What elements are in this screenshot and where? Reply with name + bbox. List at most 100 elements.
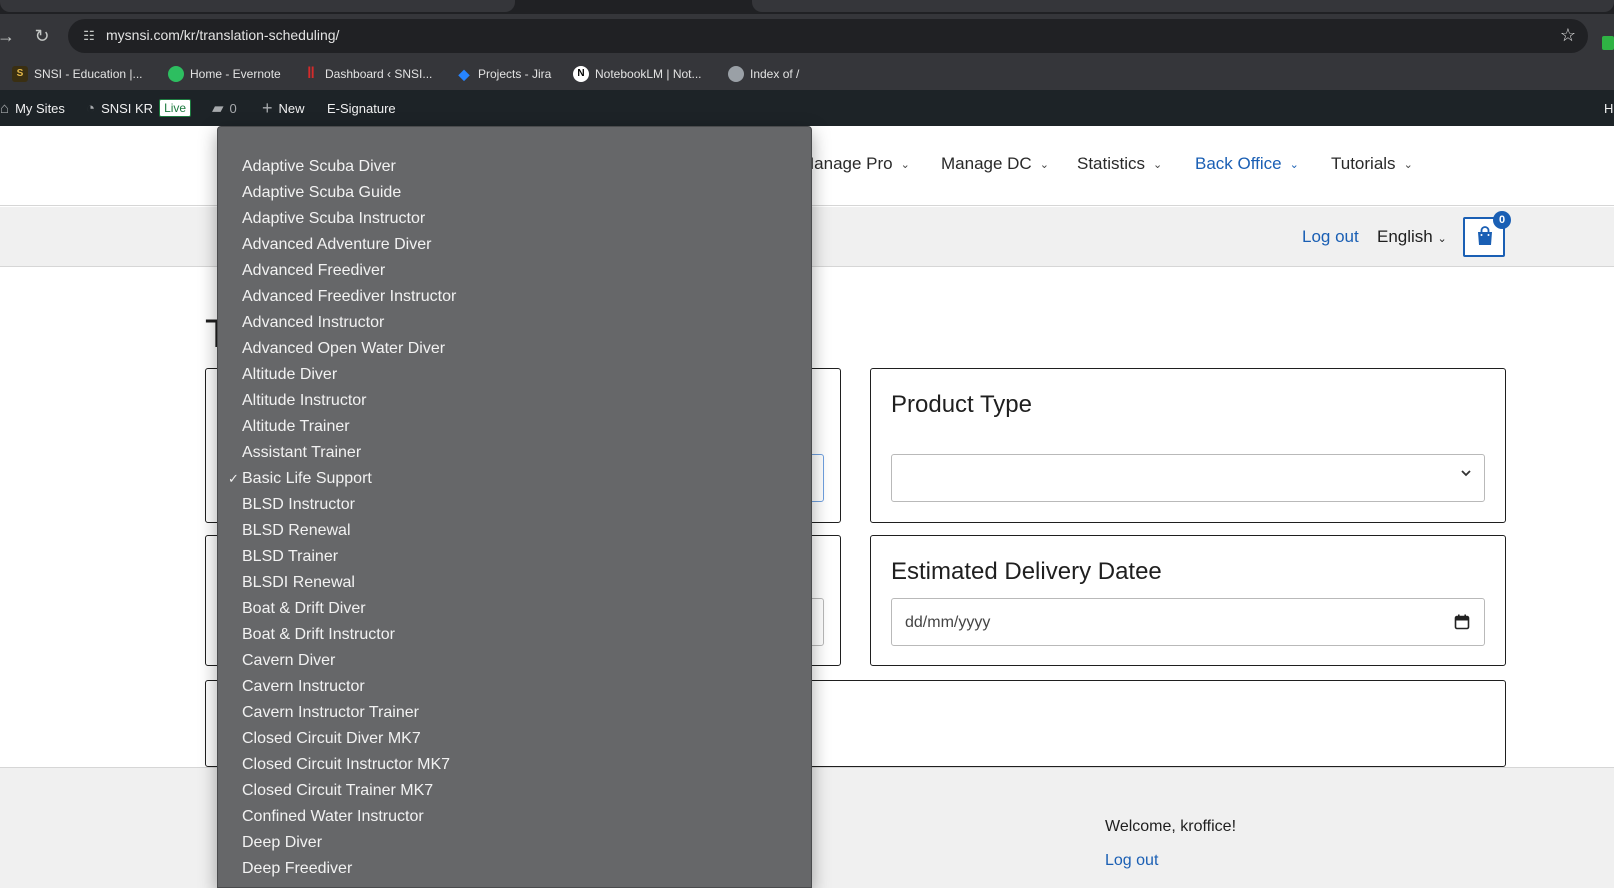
live-badge: Live — [159, 99, 192, 117]
dropdown-option[interactable]: Closed Circuit Trainer MK7 — [218, 778, 811, 804]
language-switcher[interactable]: English ⌄ — [1377, 227, 1447, 247]
nav-tutorials[interactable]: Tutorials ⌄ — [1331, 152, 1413, 176]
chevron-down-icon — [1461, 470, 1471, 477]
dropdown-option-label: Cavern Diver — [242, 652, 336, 669]
my-sites-menu[interactable]: ⌂ My Sites — [0, 90, 65, 126]
dropdown-option-label: BLSD Trainer — [242, 548, 339, 565]
dropdown-option[interactable]: Advanced Instructor — [218, 310, 811, 336]
dropdown-option[interactable]: Advanced Freediver Instructor — [218, 284, 811, 310]
forward-icon[interactable]: → — [0, 24, 18, 48]
dropdown-option[interactable]: Cavern Instructor Trainer — [218, 700, 811, 726]
dropdown-option[interactable]: Advanced Adventure Diver — [218, 232, 811, 258]
bookmark-label: Dashboard ‹ SNSI... — [325, 67, 433, 81]
bookmark-jira[interactable]: ◆ Projects - Jira — [456, 65, 552, 83]
bookmark-index[interactable]: Index of / — [728, 65, 799, 83]
bookmarks-bar: S SNSI - Education |... Home - Evernote … — [0, 58, 1614, 90]
nav-back-office[interactable]: Back Office ⌄ — [1195, 152, 1299, 176]
address-bar[interactable]: ☷ mysnsi.com/kr/translation-scheduling/ … — [68, 19, 1588, 53]
account-menu[interactable]: H — [1604, 90, 1613, 126]
dropdown-option[interactable]: Cavern Instructor — [218, 674, 811, 700]
dropdown-option[interactable]: BLSD Renewal — [218, 518, 811, 544]
calendar-icon[interactable] — [1454, 614, 1470, 630]
plus-icon: + — [262, 97, 273, 118]
product-type-card: Product Type — [870, 368, 1506, 523]
bookmark-snsi-education[interactable]: S SNSI - Education |... — [12, 65, 143, 83]
dropdown-option-label: BLSD Instructor — [242, 496, 355, 513]
dropdown-option[interactable]: Adaptive Scuba Guide — [218, 180, 811, 206]
dropdown-option[interactable]: Closed Circuit Diver MK7 — [218, 726, 811, 752]
dropdown-option-label: Advanced Freediver — [242, 262, 386, 279]
browser-tab[interactable] — [0, 0, 515, 12]
course-dropdown-list[interactable]: Adaptive Scuba Diver Adaptive Scuba Guide… — [217, 126, 812, 888]
dropdown-option[interactable]: ✓ Basic Life Support — [218, 466, 811, 492]
bookmark-star-icon[interactable]: ☆ — [1560, 25, 1576, 46]
nav-label: Tutorials — [1331, 154, 1396, 173]
dropdown-option-label: Cavern Instructor — [242, 678, 365, 695]
bookmark-dashboard[interactable]: ‖ Dashboard ‹ SNSI... — [303, 65, 432, 83]
bookmark-notebooklm[interactable]: N NotebookLM | Not... — [573, 65, 702, 83]
date-placeholder: dd/mm/yyyy — [905, 614, 991, 631]
chevron-down-icon: ⌄ — [1153, 158, 1163, 171]
evernote-icon — [168, 66, 184, 82]
dropdown-option[interactable]: Assistant Trainer — [218, 440, 811, 466]
dropdown-option[interactable]: Advanced Freediver — [218, 258, 811, 284]
esignature-label: E-Signature — [327, 100, 396, 116]
footer-logout-link[interactable]: Log out — [1105, 852, 1158, 870]
wp-admin-bar: ⌂ My Sites ◔ SNSI KR Live ▰ 0 + New E-Si… — [0, 90, 1614, 126]
dropdown-option[interactable]: Confined Water Instructor — [218, 804, 811, 830]
dropdown-option[interactable]: Deep Freediver — [218, 856, 811, 882]
notebooklm-icon: N — [573, 66, 589, 82]
dropdown-option[interactable]: BLSDI Renewal — [218, 570, 811, 596]
site-name-menu[interactable]: ◔ SNSI KR Live — [86, 90, 192, 126]
dropdown-option[interactable]: Advanced Open Water Diver — [218, 336, 811, 362]
new-content-menu[interactable]: + New — [262, 90, 305, 126]
bookmark-evernote[interactable]: Home - Evernote — [168, 65, 281, 83]
dropdown-option-label: Basic Life Support — [242, 470, 372, 487]
dashboard-icon: ‖ — [307, 65, 315, 82]
bookmark-label: SNSI - Education |... — [34, 67, 143, 81]
dropdown-option[interactable]: Altitude Instructor — [218, 388, 811, 414]
jira-icon: ◆ — [458, 66, 470, 82]
bookmark-label: Index of / — [750, 67, 800, 81]
checkmark-icon: ✓ — [228, 471, 239, 486]
nav-manage-pro[interactable]: Manage Pro ⌄ — [800, 152, 910, 176]
comments-menu[interactable]: ▰ 0 — [212, 90, 237, 126]
dropdown-option[interactable]: BLSD Instructor — [218, 492, 811, 518]
dropdown-option[interactable]: Boat & Drift Instructor — [218, 622, 811, 648]
chevron-down-icon: ⌄ — [1039, 158, 1049, 171]
product-type-select[interactable] — [891, 454, 1485, 502]
dropdown-option-label: Assistant Trainer — [242, 444, 362, 461]
esignature-menu[interactable]: E-Signature — [327, 90, 396, 126]
dropdown-option[interactable]: Altitude Trainer — [218, 414, 811, 440]
nav-manage-dc[interactable]: Manage DC ⌄ — [941, 152, 1049, 176]
logout-link[interactable]: Log out — [1302, 227, 1359, 247]
nav-statistics[interactable]: Statistics ⌄ — [1077, 152, 1162, 176]
site-name-label: SNSI KR — [101, 100, 154, 116]
globe-icon — [728, 66, 744, 82]
dropdown-option-label: Deep Freediver — [242, 860, 353, 877]
dropdown-option-label: Adaptive Scuba Instructor — [242, 210, 426, 227]
dropdown-option[interactable]: Boat & Drift Diver — [218, 596, 811, 622]
dropdown-option[interactable]: Adaptive Scuba Diver — [218, 154, 811, 180]
dropdown-option[interactable]: Cavern Diver — [218, 648, 811, 674]
dropdown-option[interactable]: Closed Circuit Instructor MK7 — [218, 752, 811, 778]
snsi-icon: S — [12, 66, 28, 82]
extension-icon[interactable] — [1602, 36, 1614, 50]
url-text[interactable]: mysnsi.com/kr/translation-scheduling/ — [106, 27, 339, 43]
comment-icon: ▰ — [212, 100, 224, 117]
dropdown-option-label: Adaptive Scuba Diver — [242, 158, 396, 175]
browser-tab[interactable] — [752, 0, 1614, 12]
dropdown-option[interactable]: BLSD Trainer — [218, 544, 811, 570]
cart-button[interactable]: 0 — [1463, 211, 1511, 257]
nav-label: Statistics — [1077, 154, 1146, 173]
dropdown-option[interactable]: Altitude Diver — [218, 362, 811, 388]
dropdown-options: Adaptive Scuba Diver Adaptive Scuba Guide… — [218, 154, 811, 882]
site-settings-icon[interactable]: ☷ — [80, 27, 98, 45]
dropdown-option-label: Boat & Drift Instructor — [242, 626, 395, 643]
dropdown-option-label: Advanced Open Water Diver — [242, 340, 446, 357]
reload-icon[interactable]: ↻ — [30, 24, 54, 48]
nav-label: Manage DC — [941, 154, 1032, 173]
delivery-date-input[interactable]: dd/mm/yyyy — [891, 598, 1485, 646]
dropdown-option[interactable]: Adaptive Scuba Instructor — [218, 206, 811, 232]
dropdown-option[interactable]: Deep Diver — [218, 830, 811, 856]
